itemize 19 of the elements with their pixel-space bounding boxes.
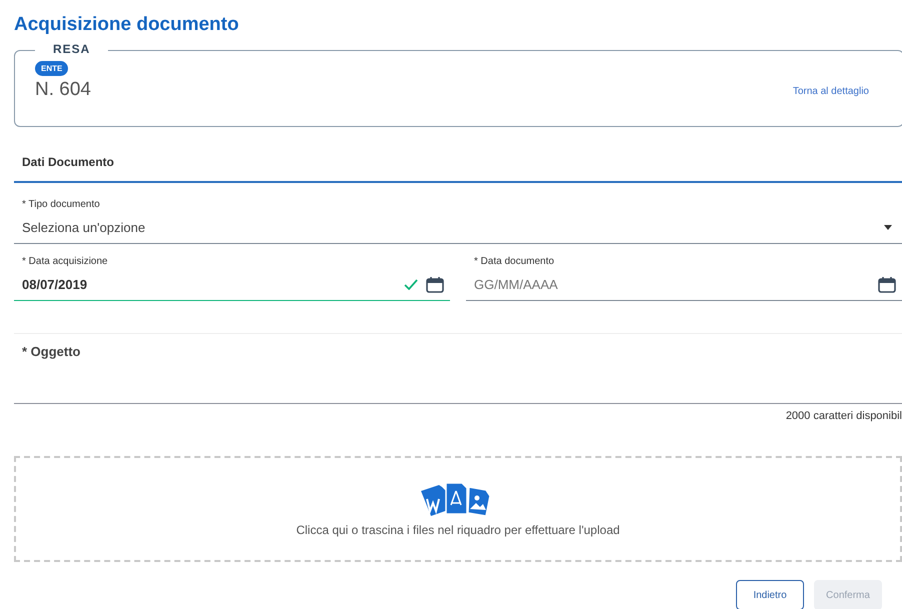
upload-instructions: Clicca qui o trascina i files nel riquadro per effettuare l'upload (296, 523, 620, 537)
field-label: * Oggetto (21, 343, 82, 359)
back-button[interactable]: Indietro (736, 580, 804, 609)
calendar-icon[interactable] (426, 276, 444, 293)
field-label: * Tipo documento (21, 199, 101, 210)
card-legend: RESA (35, 42, 108, 56)
entity-badge: ENTE (35, 61, 68, 76)
caret-icon (884, 225, 892, 230)
field-label: * Data documento (473, 256, 556, 267)
section-title: Dati Documento (22, 155, 114, 169)
record-number: N. 604 (35, 79, 91, 101)
check-icon (404, 279, 418, 290)
page-title: Acquisizione documento (14, 14, 240, 36)
upload-dropzone[interactable]: Clicca qui o trascina i files nel riquadro per effettuare l'upload (14, 456, 902, 562)
calendar-icon[interactable] (878, 276, 896, 293)
field-label: * Data acquisizione (21, 256, 109, 267)
document-type-select[interactable]: Seleziona un'opzione (14, 216, 902, 244)
back-to-detail-link[interactable]: Torna al dettaglio (792, 86, 869, 97)
character-counter: 2000 caratteri disponibil (786, 410, 902, 422)
